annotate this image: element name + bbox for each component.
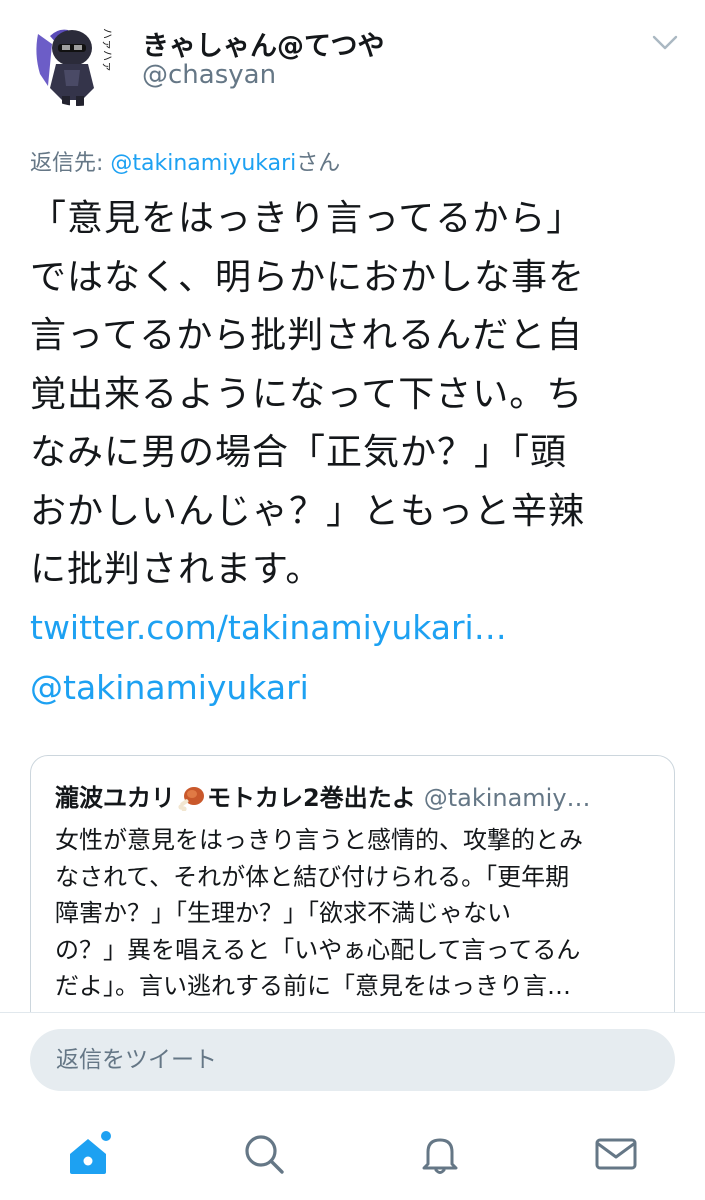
reply-mention-link[interactable]: @takinamiyukari — [110, 151, 296, 176]
bottom-tab-bar — [0, 1108, 705, 1200]
tweet-header: ハァハァ きゃしゃん@てつや @chasyan — [0, 0, 705, 120]
bell-icon — [422, 1138, 458, 1174]
tweet-line: なみに男の場合「正気か？」「頭 — [30, 432, 568, 473]
quoted-line: の？」異を唱えると「いやぁ心配して言ってるん — [55, 935, 581, 964]
tweet-line: に批判されます。 — [30, 549, 323, 590]
quoted-author-name-part1: 瀧波ユカリ — [55, 784, 175, 812]
display-name[interactable]: きゃしゃん@てつや — [142, 24, 384, 63]
quoted-line: 女性が意見をはっきり言うと感情的、攻撃的とみ — [55, 826, 583, 854]
knight-avatar-image: ハァハァ — [36, 28, 114, 106]
reply-prefix: 返信先: — [30, 151, 111, 176]
avatar[interactable]: ハァハァ — [28, 14, 128, 106]
reply-context: 返信先: @takinamiyukariさん — [30, 145, 340, 177]
quoted-line: だよ」。言い逃れする前に「意見をはっきり言… — [55, 972, 571, 1000]
tweet-text: 「意見をはっきり言ってるから」 ではなく、明らかにおかしな事を 言ってるから批判… — [30, 190, 680, 600]
mail-icon — [595, 1138, 637, 1170]
quoted-author-handle: @takinamiy… — [423, 784, 591, 812]
quoted-line: 障害か？」「生理か？」「欲求不満じゃない — [55, 899, 511, 927]
tweet-mention-link[interactable]: @takinamiyukari — [30, 668, 309, 707]
tweet-url-link[interactable]: twitter.com/takinamiyukari… — [30, 608, 507, 647]
quoted-tweet-card[interactable]: 瀧波ユカリ モトカレ2巻出たよ @takinamiy… 女性が意見をはっきり言うと… — [30, 755, 675, 1055]
tab-home[interactable] — [58, 1124, 118, 1184]
meat-on-bone-icon — [178, 787, 204, 811]
chevron-down-icon[interactable] — [650, 30, 680, 54]
tweet-line: 覚出来るようになって下さい。ち — [30, 373, 584, 415]
user-handle[interactable]: @chasyan — [142, 60, 276, 90]
tab-search[interactable] — [234, 1124, 294, 1184]
reply-compose-bar — [0, 1013, 705, 1108]
search-icon — [245, 1135, 284, 1174]
quoted-tweet-text: 女性が意見をはっきり言うと感情的、攻撃的とみ なされて、それが体と結び付けられる… — [55, 822, 655, 1005]
tweet-line: 「意見をはっきり言ってるから」 — [30, 198, 584, 239]
quoted-author: 瀧波ユカリ モトカレ2巻出たよ @takinamiy… — [55, 778, 591, 813]
avatar-caption: ハァハァ — [101, 28, 114, 72]
quoted-line: なされて、それが体と結び付けられる。「更年期 — [55, 862, 570, 891]
tweet-line: おかしいんじゃ？」ともっと辛辣 — [30, 490, 586, 532]
reply-input[interactable] — [30, 1029, 675, 1091]
quoted-author-name-part2: モトカレ2巻出たよ — [207, 784, 416, 812]
tweet-line: ではなく、明らかにおかしな事を — [30, 256, 586, 298]
tab-messages[interactable] — [586, 1124, 646, 1184]
tab-notifications[interactable] — [410, 1124, 470, 1184]
reply-suffix: さん — [296, 151, 341, 176]
home-icon — [70, 1131, 111, 1174]
tweet-line: 言ってるから批判されるんだと自 — [30, 315, 584, 356]
